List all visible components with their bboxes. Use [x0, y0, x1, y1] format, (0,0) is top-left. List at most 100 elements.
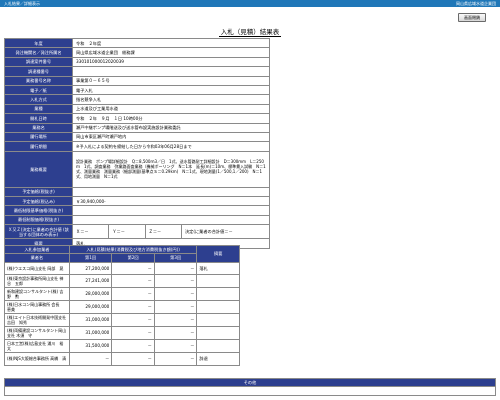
detail-value: 上水道及び工業用水道: [72, 103, 270, 115]
bidder-remarks: [196, 300, 240, 314]
detail-label: 予定価格(税込み): [4, 196, 73, 207]
detail-value: 指名競争入札: [72, 94, 270, 105]
detail-row: 調達案件番号 33010100001202003​9: [4, 56, 270, 68]
bidder-remarks: [196, 339, 240, 353]
round2-amount: －: [111, 300, 155, 314]
company-group-header: 入札参加業者: [4, 244, 70, 255]
detail-label: 予定価格(税抜き): [4, 186, 73, 198]
detail-label: 業務名: [4, 122, 73, 133]
detail-label: 調達案件番号: [4, 56, 73, 68]
detail-value: [72, 186, 270, 198]
bidder-remarks: [196, 313, 240, 327]
detail-row: 履行期間 ※予入札による契約を締結した日から令和03年06月28日まで: [4, 141, 270, 152]
round3-amount: －: [153, 339, 198, 353]
detail-row: 発注機関名／発注所属名 岡山県広域水道企業団 総務課: [4, 47, 270, 58]
bid-detail-table: 年度 令和 ２年度 発注機関名／発注所属名 岡山県広域水道企業団 総務課 調達案件番号 3…: [4, 37, 271, 249]
round1-header: 第1回: [68, 253, 113, 263]
round2-amount: －: [111, 339, 155, 353]
round2-header: 第2回: [111, 253, 155, 263]
bidder-name: (株)日水コン岡山事務所 会長 恵美: [4, 300, 70, 314]
bidder-name: (株)東京設計事務所岡山支社 神谷 五郎: [4, 274, 70, 288]
detail-label: 業種: [4, 103, 73, 115]
bidder-row: (株)日水コン岡山事務所 会長 恵美 29,000,000 －－: [4, 300, 240, 314]
bidders-table: 入札参加業者 入札(見積)結果(消費税及び地方消費税抜き額(円)) 摘要 業者名…: [4, 244, 240, 366]
bidder-name: 新和建設コンサルタント(株) 吉野 勲: [4, 287, 70, 301]
detail-value: 岡山市東区瀬戸町瀬戸地内: [72, 131, 270, 143]
round1-amount: －: [68, 352, 113, 366]
round2-amount: －: [111, 313, 155, 327]
detail-row: 開札日時 令和 ２年 ９月 １日 10時00分: [4, 113, 270, 124]
bidder-row: 新和建設コンサルタント(株) 吉野 勲 28,000,000 －－: [4, 287, 240, 301]
detail-label: 最低制限基準価格(税抜き): [4, 205, 73, 216]
screen-title: 入札結果／詳細表示: [4, 1, 40, 6]
z-value: Ｚ＝－: [144, 224, 182, 240]
round1-amount: 27,241,000: [68, 274, 113, 288]
round3-amount: －: [153, 326, 198, 340]
xyz-row: Ｘ又Ｚ(決定)に業者の合計値 (該当する団体のみ表示) Ｘ＝－ Ｙ＝－ Ｚ＝－ 決定(に…: [4, 224, 271, 240]
detail-label: 年度: [4, 37, 73, 49]
y-value: Ｙ＝－: [108, 224, 146, 240]
detail-label: 履行場所: [4, 131, 73, 143]
results-group-header: 入札(見積)結果(消費税及び地方消費税抜き額(円)): [68, 244, 198, 255]
bidder-row: 日本工営(株)広島支社 浦川 裕太 31,500,000 －－: [4, 339, 240, 353]
detail-value: [72, 214, 270, 226]
detail-value: 設計業務 ポンプ場詳細設計 Q＝8,500ｍ3／日 1式、送水管路耐工詳細設計 …: [72, 150, 270, 188]
detail-label: 業務概要: [4, 150, 73, 188]
detail-row: 予定価格(税抜き): [4, 186, 270, 198]
detail-label: 履行期間: [4, 141, 73, 152]
detail-value: ※予入札による契約を締結した日から令和03年06月28日まで: [72, 141, 270, 152]
page-title-wrap: 入札（見積）結果表: [0, 28, 500, 37]
detail-value: 事業第０－６５号: [72, 75, 270, 86]
detail-label: 調達種番号: [4, 66, 73, 77]
company-name-header: 業者名: [4, 253, 70, 263]
page-title: 入札（見積）結果表: [218, 28, 282, 37]
round3-amount: －: [153, 352, 198, 366]
detail-label: 発注機関名／発注所属名: [4, 47, 73, 58]
button-row: 画面閉鎖: [458, 13, 486, 22]
detail-row: 業務番号名称 事業第０－６５号: [4, 75, 270, 86]
detail-label: 電子／紙: [4, 84, 73, 96]
x-value: Ｘ＝－: [71, 224, 110, 240]
round2-amount: －: [111, 261, 155, 275]
other-value: [4, 386, 496, 396]
round1-amount: 31,000,000: [68, 313, 113, 327]
round1-amount: 31,500,000: [68, 339, 113, 353]
detail-value: 33010100001202003​9: [72, 56, 270, 68]
round3-amount: －: [153, 274, 198, 288]
close-screen-button[interactable]: 画面閉鎖: [458, 13, 486, 22]
detail-row: 予定価格(税込み) ￥30,940,000-: [4, 196, 270, 207]
detail-label: 最低制限価格(税抜き): [4, 214, 73, 226]
detail-row: 業務名 瀬戸中継ポンプ場階送及び送水管布設実施設計業務委託: [4, 122, 270, 133]
detail-value: ￥30,940,000-: [72, 196, 270, 207]
other-header: その他: [4, 378, 496, 387]
round2-amount: －: [111, 352, 155, 366]
detail-label: 開札日時: [4, 113, 73, 124]
detail-row: 履行場所 岡山市東区瀬戸町瀬戸地内: [4, 131, 270, 143]
round2-amount: －: [111, 274, 155, 288]
detail-row: 年度 令和 ２年度: [4, 37, 270, 49]
bidder-name: (株)両備建設コンサルタント岡山支社 木須 守: [4, 326, 70, 340]
bidder-remarks: 落札: [196, 261, 240, 275]
other-table: その他: [4, 378, 496, 396]
round3-header: 第3回: [153, 253, 198, 263]
detail-row: 業種 上水道及び工業用水道: [4, 103, 270, 115]
round1-amount: 28,000,000: [68, 287, 113, 301]
bidder-name: (株)ウエスコ岡山支社 岡部 晃: [4, 261, 70, 275]
detail-value: 電子入札: [72, 84, 270, 96]
detail-value: [72, 66, 270, 77]
detail-value: 令和 ２年 ９月 １日 10時00分: [72, 113, 270, 124]
bidder-remarks: [196, 274, 240, 288]
detail-value: 岡山県広域水道企業団 総務課: [72, 47, 270, 58]
detail-row: 入札方式 指名競争入札: [4, 94, 270, 105]
bidder-row: (株)NJS大阪総合事務所 高橋 清－－－辞退: [4, 352, 240, 366]
bidder-row: (株)両備建設コンサルタント岡山支社 木須 守 31,000,000 －－: [4, 326, 240, 340]
organization-name: 岡山県広域水道企業団: [456, 1, 496, 6]
round1-amount: 31,000,000: [68, 326, 113, 340]
bidder-row: (株)エイト日本技術開発中国支社 吉田 知秀 31,000,000 －－: [4, 313, 240, 327]
detail-label: 業務番号名称: [4, 75, 73, 86]
bidder-name: (株)NJS大阪総合事務所 高橋 清: [4, 352, 70, 366]
xyz-total-note: 決定(に業者の合計値＝－: [180, 224, 271, 240]
round3-amount: －: [153, 300, 198, 314]
bidder-remarks: 辞退: [196, 352, 240, 366]
detail-row: 業務概要 設計業務 ポンプ場詳細設計 Q＝8,500ｍ3／日 1式、送水管路耐工詳…: [4, 150, 270, 188]
